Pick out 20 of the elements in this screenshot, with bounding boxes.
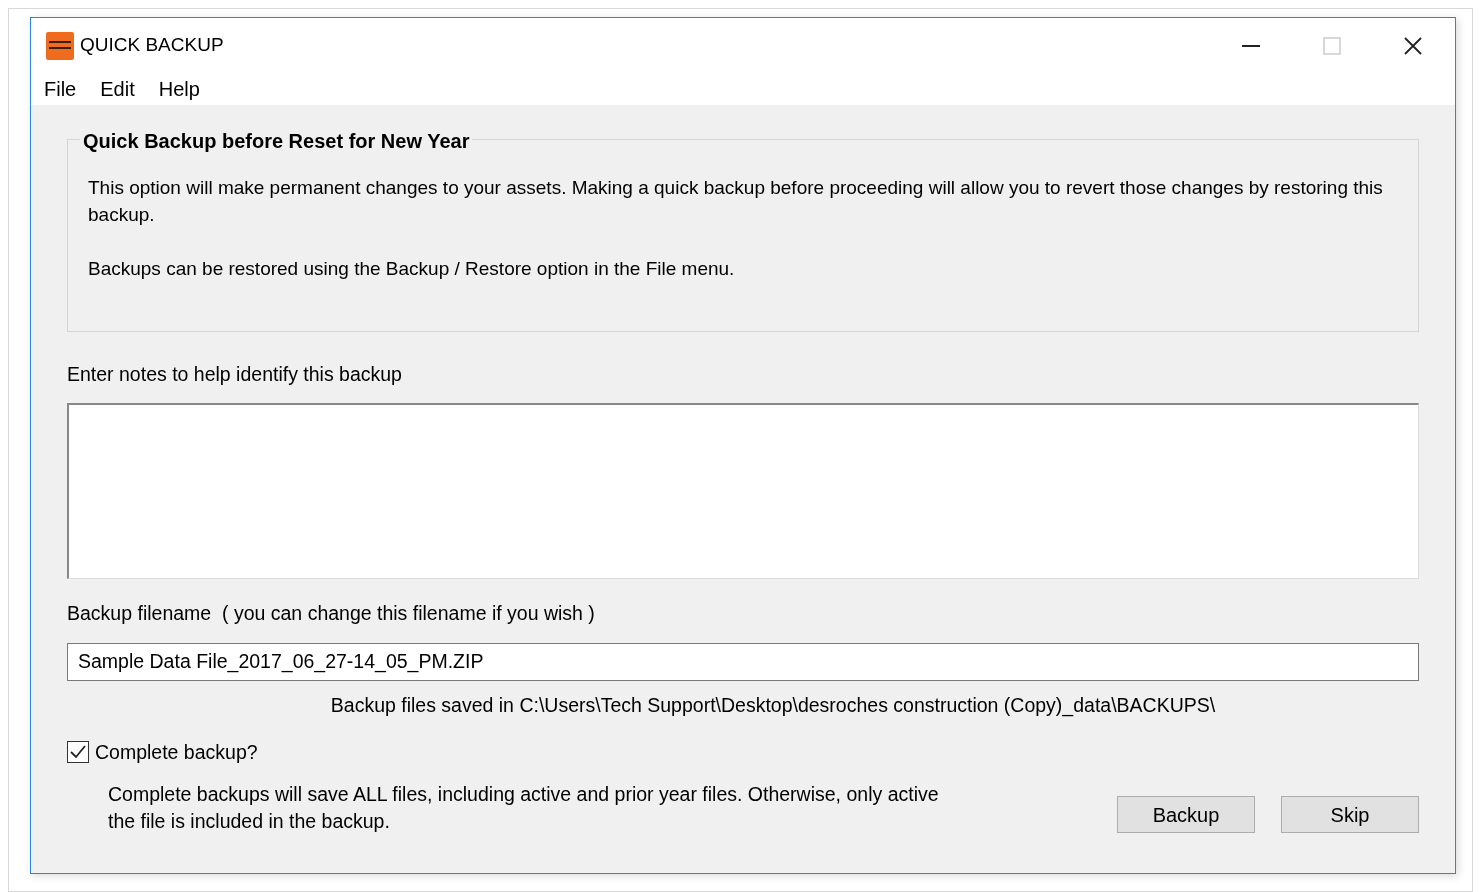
close-icon[interactable]: [1404, 36, 1422, 55]
menu-item[interactable]: File: [44, 74, 77, 104]
dialog-button[interactable]: Backup: [1117, 796, 1255, 833]
checkmark-icon: [70, 745, 86, 760]
menu-item[interactable]: Help: [158, 74, 200, 104]
notes-label: Enter notes to help identify this backup: [67, 362, 403, 387]
minimize-icon[interactable]: [1242, 44, 1260, 47]
dialog-button[interactable]: Skip: [1281, 796, 1419, 833]
menu-item[interactable]: Edit: [100, 74, 135, 104]
info-paragraph: Backups can be restored using the Backup / Restore option in the File menu.: [88, 257, 736, 281]
filename-label: Backup filename ( you can change this filename if you wish ): [67, 601, 596, 627]
complete-backup-label: Complete backup?: [95, 739, 258, 765]
filename-field[interactable]: Sample Data File_2017_06_27-14_05_PM.ZIP: [67, 642, 1419, 681]
save-location-text: Backup files saved in C:\Users\Tech Support\Desktop\desroches construction (Copy)_data\BACKUPS\: [329, 692, 1216, 719]
window-title: QUICK BACKUP: [80, 33, 224, 58]
app-logo-icon: [46, 31, 74, 60]
notes-field[interactable]: [67, 403, 1419, 580]
complete-backup-description: Complete backups will save ALL files, including active and prior year files. Otherwise, only active the file is included in the backup.: [108, 782, 940, 834]
complete-backup-checkbox[interactable]: [67, 741, 89, 764]
info-paragraph: This option will make permanent changes to your assets. Making a quick backup before proceeding will allow you to revert those changes by restoring this backup.: [88, 176, 1384, 227]
